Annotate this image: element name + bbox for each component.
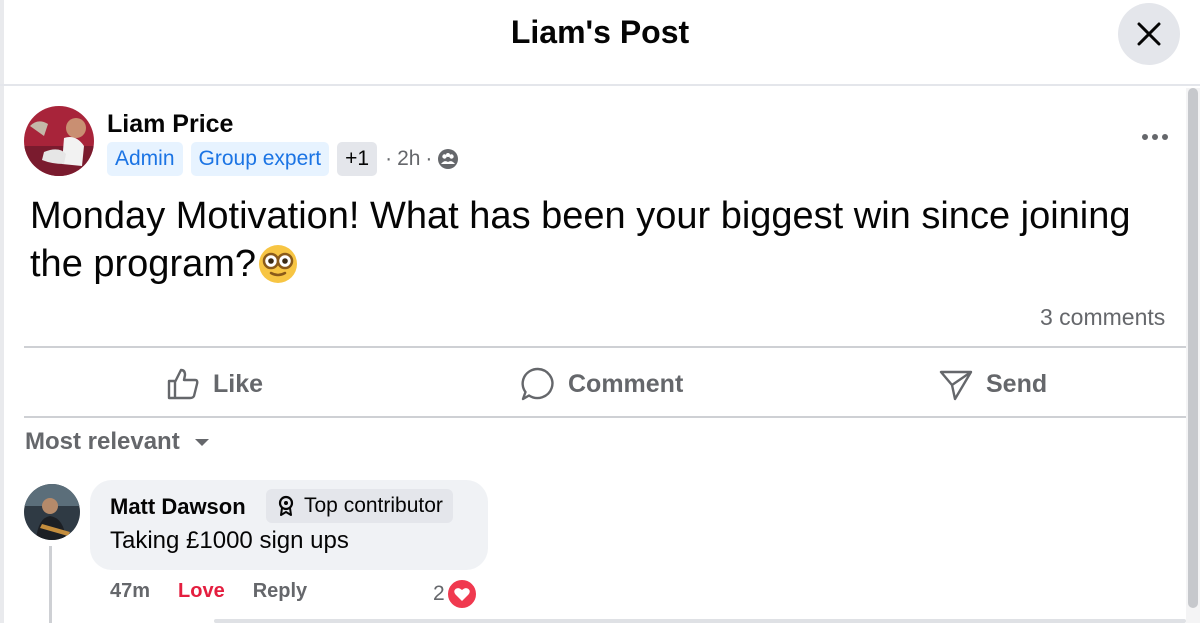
reaction-count: 2 xyxy=(433,582,445,605)
like-button[interactable]: Like xyxy=(165,360,263,408)
thumbs-up-icon xyxy=(167,368,199,400)
commenter-name[interactable]: Matt Dawson xyxy=(110,494,246,520)
group-expert-badge[interactable]: Group expert xyxy=(190,142,330,176)
scrollbar-thumb[interactable] xyxy=(1188,88,1198,608)
close-icon xyxy=(1137,22,1161,46)
dialog-left-edge xyxy=(0,0,4,623)
reply-button[interactable]: Reply xyxy=(253,580,307,603)
more-badges-button[interactable]: +1 xyxy=(337,142,378,176)
top-contributor-badge[interactable]: Top contributor xyxy=(266,489,453,523)
comment-bubble[interactable]: Matt Dawson Top contributor Taking £1000… xyxy=(90,480,488,570)
love-reaction-button[interactable]: Love xyxy=(178,580,225,603)
post-body: Monday Motivation! What has been your bi… xyxy=(30,192,1150,288)
meta-separator: · xyxy=(385,147,393,170)
post-text: Monday Motivation! What has been your bi… xyxy=(30,195,1131,285)
next-comment-edge xyxy=(214,619,1186,623)
post-meta: · 2h · xyxy=(385,147,459,171)
sort-comments-dropdown[interactable]: Most relevant xyxy=(25,428,212,456)
nerd-face-emoji-icon xyxy=(259,245,298,283)
send-button[interactable]: Send xyxy=(938,360,1047,408)
sort-label: Most relevant xyxy=(25,428,180,455)
reaction-summary[interactable]: 2 xyxy=(433,578,478,610)
comments-count-link[interactable]: 3 comments xyxy=(1040,304,1165,331)
divider xyxy=(24,416,1186,418)
comment-icon xyxy=(521,367,554,401)
admin-badge[interactable]: Admin xyxy=(107,142,183,176)
heart-icon xyxy=(445,578,478,610)
comment-actions: 47m Love Reply xyxy=(110,580,307,603)
comment-time[interactable]: 47m xyxy=(110,580,150,603)
commenter-avatar[interactable] xyxy=(24,484,80,540)
page-title: Liam's Post xyxy=(510,14,690,50)
meta-separator: · xyxy=(425,147,433,170)
close-button[interactable] xyxy=(1118,3,1180,65)
caret-down-icon xyxy=(194,439,209,446)
group-audience-icon xyxy=(438,149,459,169)
thread-line xyxy=(49,546,52,623)
send-icon xyxy=(939,370,973,401)
top-contributor-label: Top contributor xyxy=(304,494,443,517)
top-contributor-icon xyxy=(278,495,294,516)
send-label: Send xyxy=(986,369,1048,398)
author-avatar[interactable] xyxy=(24,106,94,176)
dialog-header: Liam's Post xyxy=(0,0,1200,86)
comment-label: Comment xyxy=(568,369,684,398)
post-dialog: Liam's Post Liam Price Admin Group exper… xyxy=(0,0,1200,623)
comment-text: Taking £1000 sign ups xyxy=(110,527,349,554)
comment-button[interactable]: Comment xyxy=(520,360,683,408)
like-label: Like xyxy=(213,369,264,398)
divider xyxy=(24,346,1186,348)
more-options-icon[interactable] xyxy=(1140,130,1170,144)
author-name[interactable]: Liam Price xyxy=(107,110,233,139)
author-badges: Admin Group expert +1 · 2h · xyxy=(107,142,459,176)
post-time[interactable]: 2h xyxy=(397,147,420,171)
